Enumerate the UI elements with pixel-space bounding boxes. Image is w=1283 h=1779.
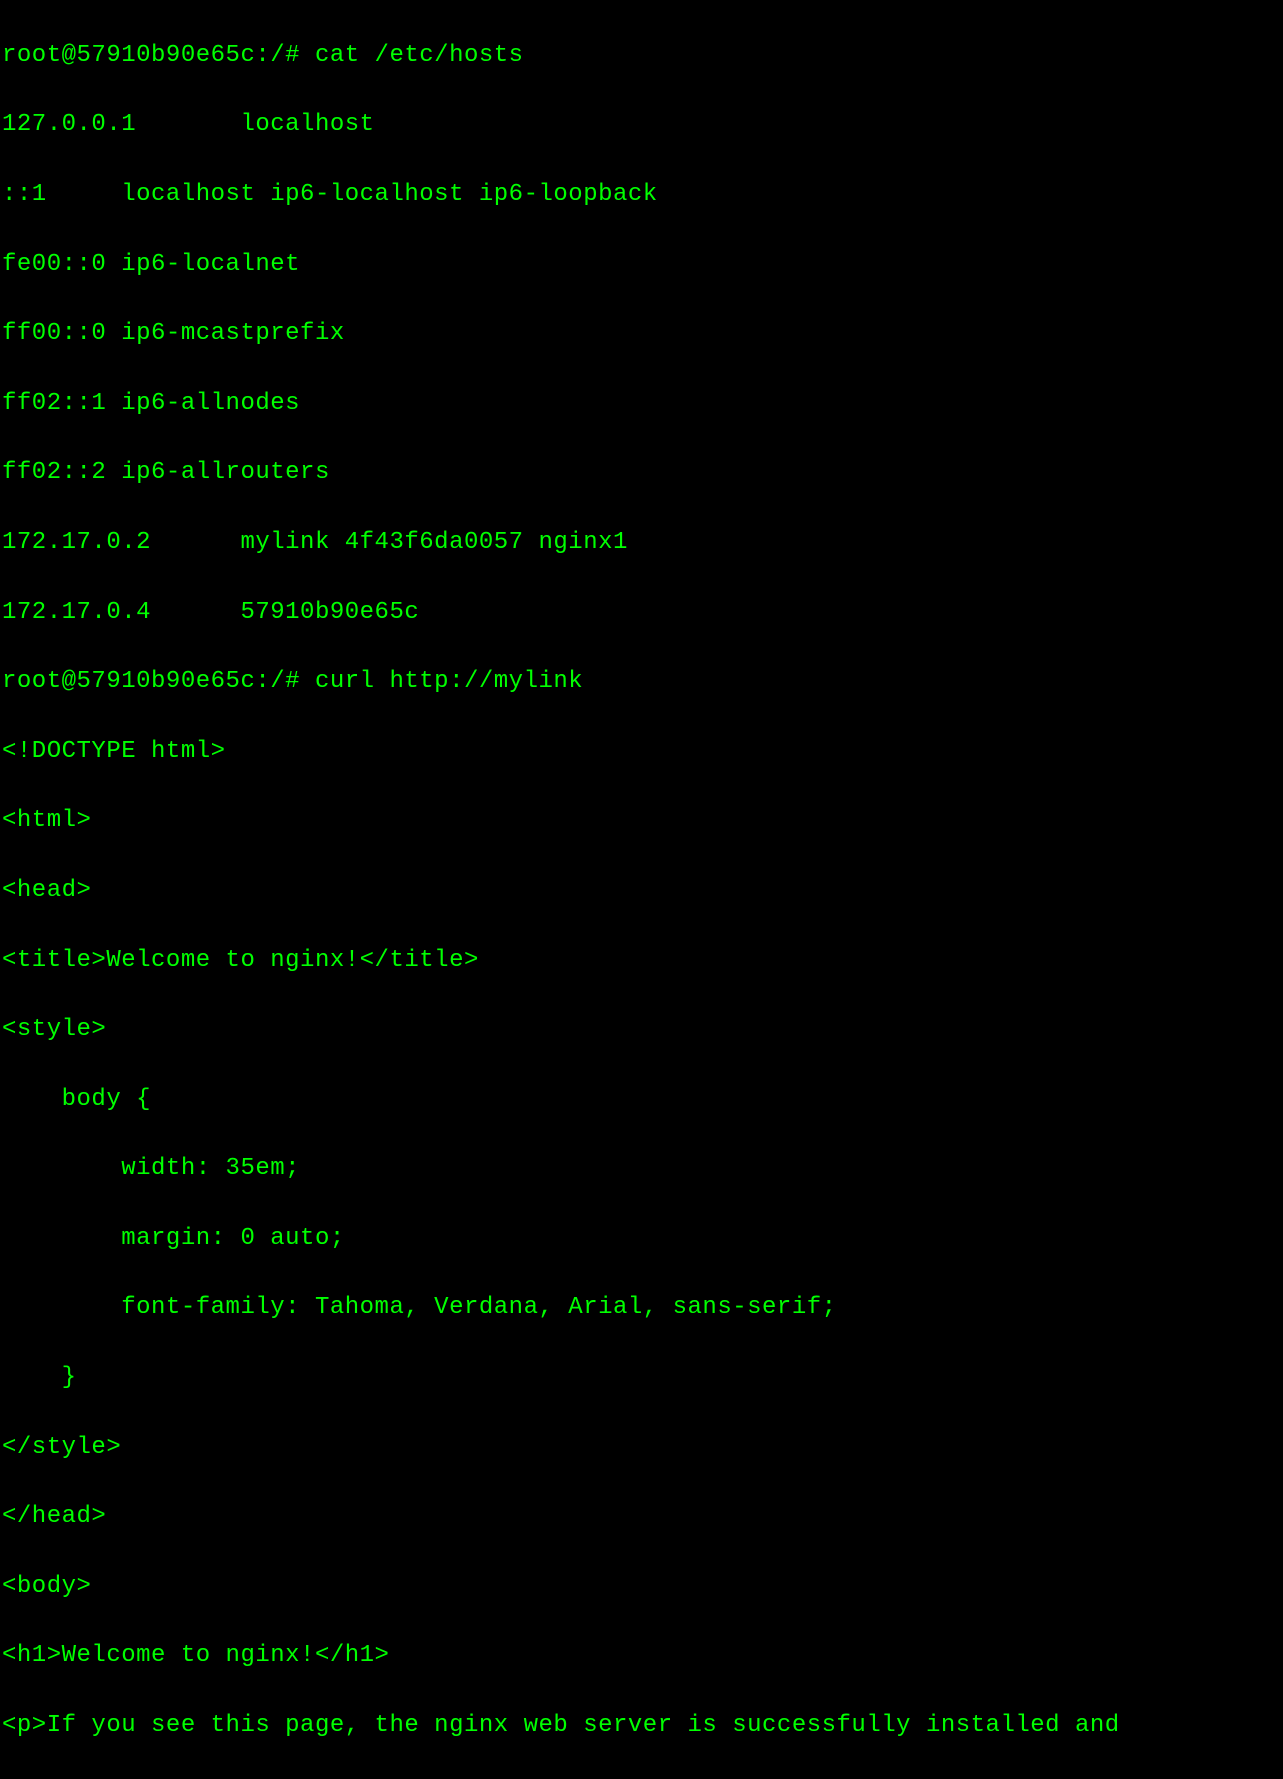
- terminal-line: font-family: Tahoma, Verdana, Arial, san…: [2, 1291, 1281, 1326]
- terminal-line: }: [2, 1361, 1281, 1396]
- terminal-line: 172.17.0.4 57910b90e65c: [2, 596, 1281, 631]
- terminal-line: <h1>Welcome to nginx!</h1>: [2, 1639, 1281, 1674]
- terminal-line: <p>If you see this page, the nginx web s…: [2, 1709, 1281, 1744]
- terminal-line: </style>: [2, 1431, 1281, 1466]
- terminal-output[interactable]: root@57910b90e65c:/# cat /etc/hosts 127.…: [2, 4, 1281, 1779]
- terminal-line: ff02::2 ip6-allrouters: [2, 456, 1281, 491]
- terminal-line: body {: [2, 1083, 1281, 1118]
- terminal-line: root@57910b90e65c:/# cat /etc/hosts: [2, 39, 1281, 74]
- terminal-line: <title>Welcome to nginx!</title>: [2, 944, 1281, 979]
- terminal-line: </head>: [2, 1500, 1281, 1535]
- terminal-line: 172.17.0.2 mylink 4f43f6da0057 nginx1: [2, 526, 1281, 561]
- terminal-line: <style>: [2, 1013, 1281, 1048]
- terminal-line: ff02::1 ip6-allnodes: [2, 387, 1281, 422]
- terminal-line: ff00::0 ip6-mcastprefix: [2, 317, 1281, 352]
- terminal-line: root@57910b90e65c:/# curl http://mylink: [2, 665, 1281, 700]
- terminal-line: ::1 localhost ip6-localhost ip6-loopback: [2, 178, 1281, 213]
- terminal-line: <!DOCTYPE html>: [2, 735, 1281, 770]
- terminal-line: <html>: [2, 804, 1281, 839]
- terminal-line: 127.0.0.1 localhost: [2, 108, 1281, 143]
- terminal-line: fe00::0 ip6-localnet: [2, 248, 1281, 283]
- terminal-line: <head>: [2, 874, 1281, 909]
- terminal-line: <body>: [2, 1570, 1281, 1605]
- terminal-line: width: 35em;: [2, 1152, 1281, 1187]
- terminal-line: margin: 0 auto;: [2, 1222, 1281, 1257]
